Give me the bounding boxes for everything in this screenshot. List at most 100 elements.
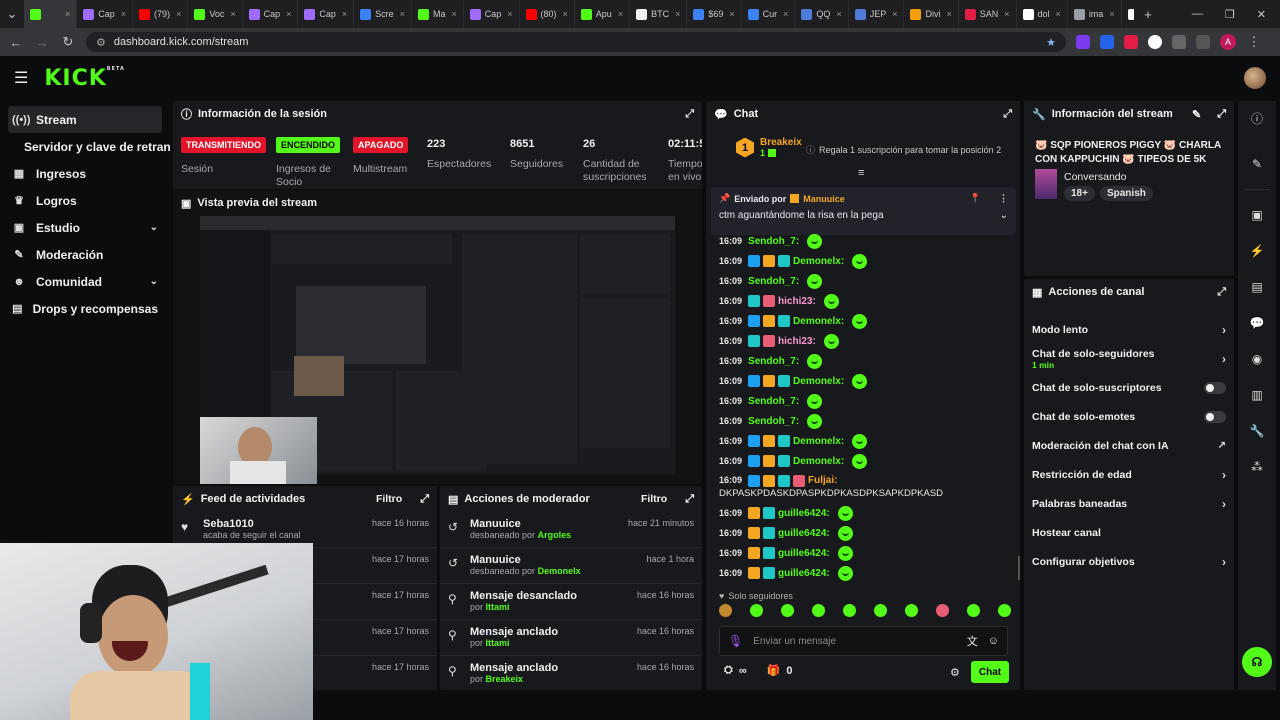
bookmark-star-icon[interactable]: ★	[1046, 36, 1056, 49]
wrench-icon[interactable]: 🔧	[1242, 416, 1272, 446]
close-tab-icon[interactable]: ×	[230, 9, 235, 19]
close-tab-icon[interactable]: ×	[451, 9, 456, 19]
emote-icon[interactable]	[905, 604, 918, 617]
close-tab-icon[interactable]: ×	[65, 9, 70, 19]
expand-icon[interactable]: ⤢	[685, 108, 694, 121]
reload-icon[interactable]: ↻	[60, 34, 76, 50]
stream-tag[interactable]: 18+	[1064, 186, 1095, 201]
close-tab-icon[interactable]: ×	[1056, 9, 1061, 19]
browser-tab[interactable]: Cap ×	[298, 0, 355, 28]
chevron-right-icon[interactable]: ›	[1222, 468, 1226, 482]
close-tab-icon[interactable]: ×	[892, 9, 897, 19]
edit-icon[interactable]: ✎	[1192, 108, 1201, 121]
close-tab-icon[interactable]: ×	[783, 9, 788, 19]
chat-message[interactable]: 16:09 Demonelx:	[706, 451, 1020, 471]
browser-tab[interactable]: Cap ×	[243, 0, 299, 28]
chat-message[interactable]: 16:09 guille6424:	[706, 503, 1020, 523]
channel-action-item[interactable]: Moderación del chat con IA ↗	[1024, 431, 1234, 460]
close-tab-icon[interactable]: ×	[121, 9, 126, 19]
info-icon[interactable]: ⓘ	[1242, 103, 1272, 133]
chat-message[interactable]: 16:09 guille6424:	[706, 523, 1020, 543]
browser-tab[interactable]: Apu ×	[575, 0, 631, 28]
chat-message[interactable]: 16:09 guille6424:	[706, 543, 1020, 563]
chat-username[interactable]: hichi23:	[778, 336, 816, 347]
chevron-down-icon[interactable]: ⌄	[1000, 210, 1008, 221]
new-tab-icon[interactable]: +	[1140, 7, 1156, 22]
maximize-icon[interactable]: ❐	[1225, 8, 1235, 21]
close-tab-icon[interactable]: ×	[675, 9, 680, 19]
layout-icon[interactable]: ▥	[1242, 380, 1272, 410]
close-tab-icon[interactable]: ×	[729, 9, 734, 19]
emote-icon[interactable]	[719, 604, 732, 617]
emote-icon[interactable]	[843, 604, 856, 617]
channel-action-item[interactable]: Modo lento ›	[1024, 315, 1234, 344]
gift-prompt[interactable]: ⓘ Regala 1 suscripción para tomar la posi…	[806, 143, 1001, 156]
close-tab-icon[interactable]: ×	[618, 9, 623, 19]
sidebar-item[interactable]: ♛ Logros	[0, 187, 170, 214]
translate-icon[interactable]: 文	[967, 633, 978, 649]
list-icon[interactable]: ▤	[1242, 272, 1272, 302]
site-info-icon[interactable]: ⚙	[96, 36, 106, 49]
sidebar-item[interactable]: ▦ Ingresos	[0, 160, 170, 187]
send-chat-button[interactable]: Chat	[971, 661, 1009, 683]
expand-icon[interactable]: ⤢	[1003, 108, 1012, 121]
kick-logo[interactable]: KICKBETA	[44, 66, 125, 91]
browser-menu-icon[interactable]: ⋮	[1246, 34, 1262, 50]
chat-message[interactable]: 16:09 Sendoh_7:	[706, 231, 1020, 251]
close-tab-icon[interactable]: ×	[946, 9, 951, 19]
camera-icon[interactable]: ▣	[1242, 200, 1272, 230]
category-thumbnail[interactable]	[1035, 169, 1057, 199]
chat-username[interactable]: Sendoh_7:	[748, 396, 799, 407]
close-tab-icon[interactable]: ×	[836, 9, 841, 19]
chat-username[interactable]: guille6424:	[778, 528, 830, 539]
browser-tab[interactable]: (80) ×	[520, 0, 575, 28]
browser-tab[interactable]: Voc ×	[188, 0, 243, 28]
channel-action-item[interactable]: Palabras baneadas ›	[1024, 489, 1234, 518]
emote-icon[interactable]	[781, 604, 794, 617]
points-icon[interactable]: ⛭	[724, 664, 733, 677]
close-tab-icon[interactable]: ×	[342, 9, 347, 19]
external-link-icon[interactable]: ↗	[1218, 440, 1226, 451]
browser-tab[interactable]: ima ×	[1068, 0, 1122, 28]
chat-username[interactable]: Demonelx:	[793, 316, 844, 327]
chevron-right-icon[interactable]: ›	[1222, 352, 1226, 366]
chat-username[interactable]: guille6424:	[778, 548, 830, 559]
browser-tab[interactable]: dol ×	[1017, 0, 1068, 28]
extension-icon[interactable]	[1100, 35, 1114, 49]
chat-scrollbar[interactable]	[1018, 556, 1020, 580]
chevron-right-icon[interactable]: ›	[1222, 555, 1226, 569]
moderator-name[interactable]: Ittami	[486, 602, 510, 612]
gift-box-icon[interactable]: 🎁	[767, 664, 781, 677]
close-tab-icon[interactable]: ×	[400, 9, 405, 19]
extensions-puzzle-icon[interactable]	[1172, 35, 1186, 49]
close-tab-icon[interactable]: ×	[286, 9, 291, 19]
chat-username[interactable]: Fuljai:	[808, 474, 837, 487]
chat-username[interactable]: Sendoh_7:	[748, 236, 799, 247]
browser-tab[interactable]: SAN ×	[959, 0, 1017, 28]
chat-username[interactable]: guille6424:	[778, 508, 830, 519]
chat-settings-icon[interactable]: ⚙	[950, 666, 960, 679]
sidebar-item[interactable]: Servidor y clave de retransmisión	[0, 133, 170, 160]
channel-action-item[interactable]: Chat de solo-seguidores 1 min ›	[1024, 344, 1234, 373]
browser-tab[interactable]: Cap ×	[77, 0, 134, 28]
forward-icon[interactable]: →	[34, 35, 50, 50]
chat-message[interactable]: 16:09 hichi23:	[706, 291, 1020, 311]
close-tab-icon[interactable]: ×	[563, 9, 568, 19]
extension-icon[interactable]	[1076, 35, 1090, 49]
browser-tab[interactable]: ×	[24, 0, 78, 28]
chat-username[interactable]: Sendoh_7:	[748, 276, 799, 287]
moderator-name[interactable]: Demonelx	[538, 566, 581, 576]
gifter-name[interactable]: Breakeix	[760, 137, 802, 148]
chat-message[interactable]: 16:09 Demonelx:	[706, 371, 1020, 391]
browser-tab[interactable]: Cap ×	[464, 0, 520, 28]
channel-action-item[interactable]: Configurar objetivos ›	[1024, 547, 1234, 576]
sidebar-item[interactable]: ▤ Drops y recompensas	[0, 295, 170, 322]
browser-tab[interactable]: Cur ×	[742, 0, 796, 28]
moderator-name[interactable]: Breakeix	[486, 674, 524, 684]
category-name[interactable]: Conversando	[1064, 171, 1126, 183]
microphone-icon[interactable]: 🎙	[728, 634, 743, 648]
chat-message[interactable]: 16:09 guille6424:	[706, 563, 1020, 583]
community-icon[interactable]: ⁂	[1242, 452, 1272, 482]
emote-icon[interactable]	[998, 604, 1011, 617]
chat-username[interactable]: Demonelx:	[793, 436, 844, 447]
